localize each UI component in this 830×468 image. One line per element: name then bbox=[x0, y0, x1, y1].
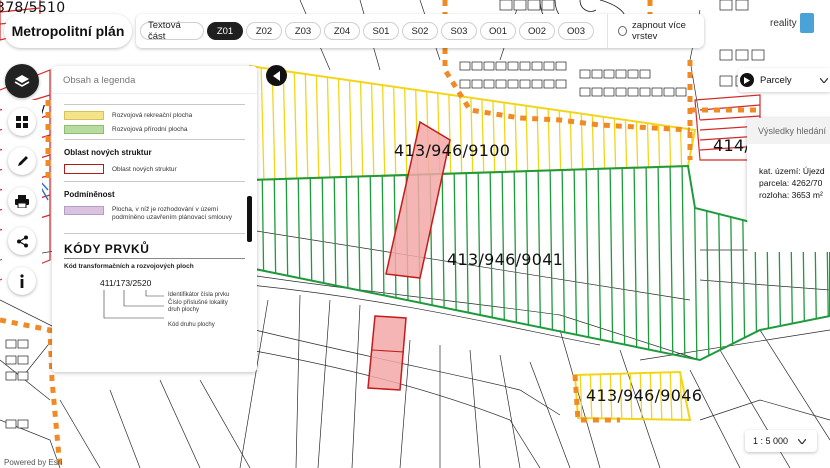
legend-row-label: Rozvojová přírodní plocha bbox=[112, 125, 188, 133]
legend-content[interactable]: Rozvojová rekreační plocha Rozvojová pří… bbox=[52, 94, 257, 372]
legend-row-reserve: Plocha, v níž je rozhodování v území pod… bbox=[64, 202, 245, 230]
legend-swatch bbox=[64, 124, 104, 134]
code-note: Kód druhu plochy bbox=[168, 322, 215, 328]
zone-pill-text[interactable]: Textová část bbox=[140, 20, 204, 42]
info-icon bbox=[20, 274, 24, 288]
draw-button[interactable] bbox=[8, 147, 36, 175]
zone-pill-s03[interactable]: S03 bbox=[441, 22, 477, 40]
zone-pill-o01[interactable]: O01 bbox=[480, 22, 516, 40]
legend-panel: Obsah a legenda Rozvojová rekreační ploc… bbox=[52, 66, 257, 372]
share-icon bbox=[16, 235, 28, 247]
legend-codes-title: KÓDY PRVKŮ bbox=[64, 242, 150, 256]
grid-icon bbox=[16, 116, 28, 128]
legend-scrollbar[interactable] bbox=[247, 196, 252, 242]
scale-select[interactable]: 1 : 5 000 bbox=[745, 430, 817, 452]
legend-row-label: Plocha, v níž je rozhodování v území pod… bbox=[112, 206, 232, 222]
chevron-left-icon bbox=[272, 70, 280, 81]
parcel-select-value: Parcely bbox=[760, 74, 792, 86]
play-icon bbox=[740, 73, 754, 87]
legend-code-example: 411/173/2520 bbox=[100, 278, 152, 288]
parcel-highlight-bottom bbox=[367, 315, 407, 391]
code-note: Identifikátor čísla prvku bbox=[168, 292, 230, 298]
grid-button[interactable] bbox=[8, 108, 36, 136]
map-label-9041: 413/946/9041 bbox=[447, 250, 564, 269]
legend-swatch bbox=[64, 110, 104, 120]
legend-divider bbox=[64, 233, 245, 234]
layers-button[interactable] bbox=[5, 64, 39, 98]
map-attribution: Powered by Esri bbox=[4, 458, 63, 467]
info-button[interactable] bbox=[8, 267, 36, 295]
legend-heading: Obsah a legenda bbox=[52, 66, 257, 94]
brand-mark-icon bbox=[799, 13, 814, 33]
parcel-layer-select[interactable]: Parcely bbox=[738, 68, 830, 92]
code-note: Číslo příslušné lokality druh plochy bbox=[168, 300, 228, 314]
zone-pill-z01[interactable]: Z01 bbox=[207, 22, 243, 40]
legend-row-label: Oblast nových struktur bbox=[112, 165, 177, 173]
legend-code-diagram: Identifikátor čísla prvku Číslo příslušn… bbox=[64, 288, 245, 332]
legend-swatch bbox=[64, 206, 104, 215]
brand-logo: reality bbox=[770, 10, 814, 36]
chevron-down-icon bbox=[819, 77, 828, 83]
results-heading: Výsledky hledání bbox=[747, 118, 830, 144]
legend-row-label: Rozvojová rekreační plocha bbox=[112, 111, 193, 119]
print-button[interactable] bbox=[8, 187, 36, 215]
result-parcel: parcela: 4262/70 bbox=[759, 178, 823, 188]
search-results-panel: Výsledky hledání kat. území: Újezd parce… bbox=[747, 118, 830, 224]
print-icon bbox=[15, 194, 29, 208]
pencil-icon bbox=[17, 155, 28, 166]
app-title: Metropolitní plán bbox=[4, 14, 132, 48]
legend-row-nature: Rozvojová přírodní plocha bbox=[64, 122, 245, 136]
zone-pill-o02[interactable]: O02 bbox=[519, 22, 555, 40]
map-label-414: 414/ bbox=[713, 136, 751, 155]
legend-row-recreation: Rozvojová rekreační plocha bbox=[64, 108, 245, 122]
scale-value: 1 : 5 000 bbox=[753, 436, 789, 446]
legend-section-title: Podmíněnost bbox=[64, 190, 115, 199]
brand-name: reality bbox=[770, 17, 797, 29]
multi-layer-label: zapnout více vrstev bbox=[632, 20, 686, 42]
zone-selector: Textová část Z01 Z02 Z03 Z04 S01 S02 S03… bbox=[136, 14, 704, 48]
legend-divider bbox=[64, 139, 245, 140]
map-label-9100: 413/946/9100 bbox=[394, 141, 511, 160]
legend-section-title: Oblast nových struktur bbox=[64, 148, 152, 157]
chevron-down-icon bbox=[798, 438, 807, 444]
zone-pill-z03[interactable]: Z03 bbox=[285, 22, 321, 40]
radio-icon[interactable] bbox=[618, 26, 628, 36]
zone-pill-z04[interactable]: Z04 bbox=[324, 22, 360, 40]
legend-swatch bbox=[64, 164, 104, 174]
zone-pill-s01[interactable]: S01 bbox=[363, 22, 399, 40]
multi-layer-toggle[interactable]: zapnout více vrstev bbox=[607, 14, 704, 48]
layers-icon bbox=[14, 75, 30, 87]
zone-pill-z02[interactable]: Z02 bbox=[246, 22, 282, 40]
result-cadastre: kat. území: Újezd bbox=[759, 166, 825, 176]
collapse-legend-button[interactable] bbox=[266, 65, 287, 86]
zone-pill-s02[interactable]: S02 bbox=[402, 22, 438, 40]
results-footer bbox=[747, 220, 830, 252]
legend-codes-subtitle: Kód transformačních a rozvojových ploch bbox=[64, 263, 194, 270]
legend-divider bbox=[64, 104, 245, 105]
legend-divider bbox=[64, 181, 245, 182]
zone-pill-o03[interactable]: O03 bbox=[558, 22, 594, 40]
share-button[interactable] bbox=[8, 227, 36, 255]
legend-divider bbox=[64, 258, 245, 259]
map-label-9046: 413/946/9046 bbox=[586, 386, 703, 405]
legend-row-new-structures: Oblast nových struktur bbox=[64, 160, 245, 178]
result-area: rozloha: 3653 m² bbox=[759, 190, 823, 200]
map-app: 413/946/9100 413/946/9041 413/946/9046 4… bbox=[0, 0, 830, 468]
